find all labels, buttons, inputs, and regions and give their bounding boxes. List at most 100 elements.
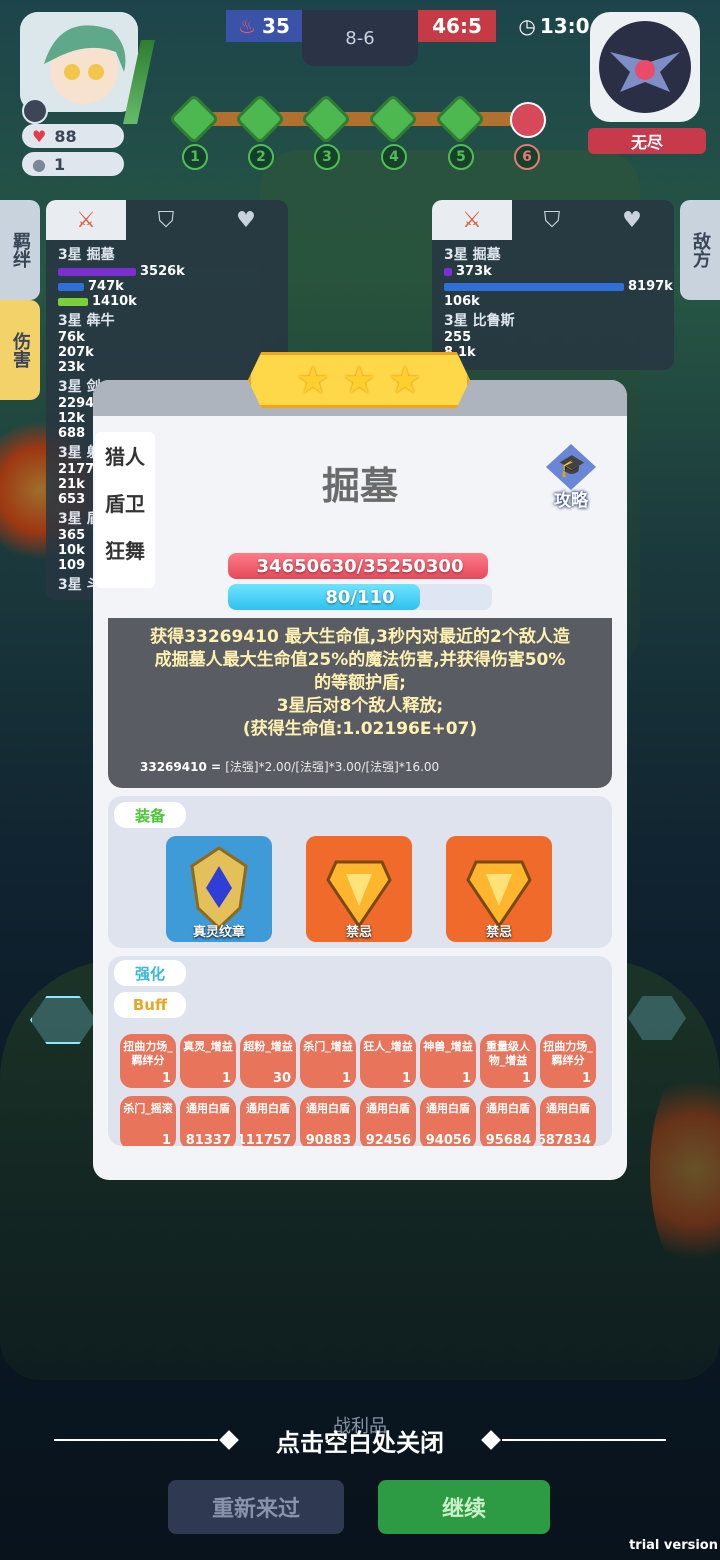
- equip-slot-1[interactable]: 真灵纹章: [166, 836, 272, 942]
- right-damage-panel: ⚔ ⛉ ♥ 3星 掘墓 373k 8197k 106k 3星 比鲁斯 255 8…: [432, 200, 674, 370]
- graduation-cap-icon: 🎓: [558, 454, 586, 479]
- skill-formula: 33269410 = [法强]*2.00/[法强]*3.00/[法强]*16.0…: [140, 760, 440, 774]
- continue-button[interactable]: 继续: [378, 1480, 550, 1534]
- buff-name: 扭曲力场_羁绊分: [543, 1040, 593, 1067]
- buff-chip[interactable]: 通用白盾 111757: [240, 1096, 296, 1146]
- stage-num-2: 2: [248, 144, 274, 170]
- enhance-section: 强化 Buff 扭曲力场_羁绊分 1 真灵_增益 1 超粉_增益 30 杀门_增益 1 狂人_增…: [108, 956, 612, 1146]
- buff-value: 1: [341, 1071, 351, 1086]
- left-row-2: 3星 犇牛 76k 207k 23k: [58, 313, 115, 375]
- buff-chip[interactable]: 通用白盾 94056: [420, 1096, 476, 1146]
- trait-tab-hunter[interactable]: 猎人: [95, 432, 155, 478]
- buff-name: 通用白盾: [486, 1102, 530, 1115]
- star-icon: ★: [341, 358, 377, 402]
- coin-icon: ●: [32, 154, 46, 174]
- buff-chip[interactable]: 通用白盾 92456: [360, 1096, 416, 1146]
- equip-slot-3[interactable]: 禁忌: [446, 836, 552, 942]
- buff-value: 1: [221, 1071, 231, 1086]
- buff-chip[interactable]: 超粉_增益 30: [240, 1034, 296, 1088]
- enemy-avatar[interactable]: [590, 12, 700, 122]
- buff-chip[interactable]: 狂人_增益 1: [360, 1034, 416, 1088]
- watermark: trial version: [629, 1538, 718, 1553]
- fire-icon: ♨: [238, 14, 257, 38]
- magic-dmg-bar: [58, 267, 136, 276]
- tab-enemy[interactable]: 敌方: [680, 200, 720, 300]
- buff-name: 真灵_增益: [183, 1040, 233, 1053]
- stage-box: 8-6: [302, 10, 418, 66]
- buff-chip[interactable]: 神兽_增益 1: [420, 1034, 476, 1088]
- trait-tab-guardian[interactable]: 盾卫: [95, 479, 155, 525]
- score-right: 46:5: [418, 10, 496, 42]
- buff-value: 1: [521, 1071, 531, 1086]
- guide-button[interactable]: 🎓 攻略: [538, 440, 604, 511]
- buff-name: 通用白盾: [186, 1102, 230, 1115]
- shield-tab[interactable]: ⛉: [126, 200, 206, 240]
- hero-name: 掘墓: [321, 464, 398, 508]
- stage-num-5: 5: [448, 144, 474, 170]
- player-level-icon: [22, 98, 48, 124]
- tab-bond[interactable]: 羁绊: [0, 200, 40, 300]
- tab-damage[interactable]: 伤害: [0, 300, 40, 400]
- buff-value: 94056: [425, 1133, 471, 1147]
- buff-value: 90883: [305, 1133, 351, 1147]
- buff-name: 通用白盾: [366, 1102, 410, 1115]
- buff-chip[interactable]: 杀门_摇滚 1: [120, 1096, 176, 1146]
- trait-tab-dancer[interactable]: 狂舞: [95, 526, 155, 572]
- phys-dmg-bar: [444, 282, 624, 291]
- equip-slot-2[interactable]: 禁忌: [306, 836, 412, 942]
- heart-tab[interactable]: ♥: [592, 200, 672, 240]
- score-left: ♨ 35: [226, 10, 302, 42]
- equipment-title: 装备: [114, 802, 186, 828]
- clock-icon: ◷: [518, 14, 536, 38]
- magic-dmg-bar: [444, 267, 452, 276]
- buff-value: 30: [272, 1071, 291, 1086]
- buff-chip[interactable]: 通用白盾 81337: [180, 1096, 236, 1146]
- buff-grid: 扭曲力场_羁绊分 1 真灵_增益 1 超粉_增益 30 杀门_增益 1 狂人_增益 1 神兽_增益 1…: [108, 956, 612, 1146]
- buff-name: 杀门_摇滚: [123, 1102, 173, 1115]
- player-coins: ● 1: [22, 152, 124, 176]
- buff-name: 扭曲力场_羁绊分: [123, 1040, 173, 1067]
- buff-chip[interactable]: 杀门_增益 1: [300, 1034, 356, 1088]
- player-avatar[interactable]: [20, 12, 138, 112]
- retry-button[interactable]: 重新来过: [168, 1480, 344, 1534]
- buff-value: 81337: [185, 1133, 231, 1147]
- buff-value: 95684: [485, 1133, 531, 1147]
- sword-tab[interactable]: ⚔: [46, 200, 126, 240]
- buff-value: 111757: [240, 1133, 291, 1147]
- buff-value: 1687834: [540, 1133, 591, 1147]
- buff-value: 1: [161, 1071, 171, 1086]
- skill-description: 获得33269410 最大生命值,3秒内对最近的2个敌人造 成掘墓人最大生命值2…: [150, 627, 570, 739]
- buff-chip[interactable]: 通用白盾 1687834: [540, 1096, 596, 1146]
- equipment-section: 装备 真灵纹章 禁忌 禁忌: [108, 796, 612, 948]
- buff-chip[interactable]: 真灵_增益 1: [180, 1034, 236, 1088]
- buff-chip[interactable]: 扭曲力场_羁绊分 1: [120, 1034, 176, 1088]
- buff-value: 1: [401, 1071, 411, 1086]
- buff-chip[interactable]: 通用白盾 95684: [480, 1096, 536, 1146]
- buff-name: 杀门_增益: [303, 1040, 353, 1053]
- heart-tab[interactable]: ♥: [206, 200, 286, 240]
- buff-chip[interactable]: 通用白盾 90883: [300, 1096, 356, 1146]
- buff-chip[interactable]: 扭曲力场_羁绊分 1: [540, 1034, 596, 1088]
- buff-name: 神兽_增益: [423, 1040, 473, 1053]
- skill-description-box: 获得33269410 最大生命值,3秒内对最近的2个敌人造 成掘墓人最大生命值2…: [108, 618, 612, 788]
- stage-boss-icon: [510, 102, 546, 138]
- right-row-1: 3星 掘墓 373k 8197k 106k: [444, 247, 673, 309]
- mana-bar: 80/110: [228, 584, 492, 610]
- buff-chip[interactable]: 重量级人物_增益 1: [480, 1034, 536, 1088]
- shield-tab[interactable]: ⛉: [512, 200, 592, 240]
- star-banner: ★ ★ ★: [248, 352, 470, 408]
- left-row-1: 3星 掘墓 3526k 747k 1410k: [58, 247, 185, 309]
- hero-trait-tabs: 猎人 盾卫 狂舞: [95, 432, 155, 588]
- sword-tab[interactable]: ⚔: [432, 200, 512, 240]
- buff-name: 狂人_增益: [363, 1040, 413, 1053]
- buff-name: 通用白盾: [426, 1102, 470, 1115]
- heart-icon: ♥: [32, 126, 47, 146]
- buff-value: 1: [461, 1071, 471, 1086]
- enemy-name-badge: 无尽: [588, 128, 706, 154]
- left-panel-tabs: ⚔ ⛉ ♥: [46, 200, 288, 240]
- buff-name: 通用白盾: [306, 1102, 350, 1115]
- buff-value: 92456: [365, 1133, 411, 1147]
- buff-name: 通用白盾: [546, 1102, 590, 1115]
- buff-value: 1: [161, 1133, 171, 1147]
- right-panel-tabs: ⚔ ⛉ ♥: [432, 200, 674, 240]
